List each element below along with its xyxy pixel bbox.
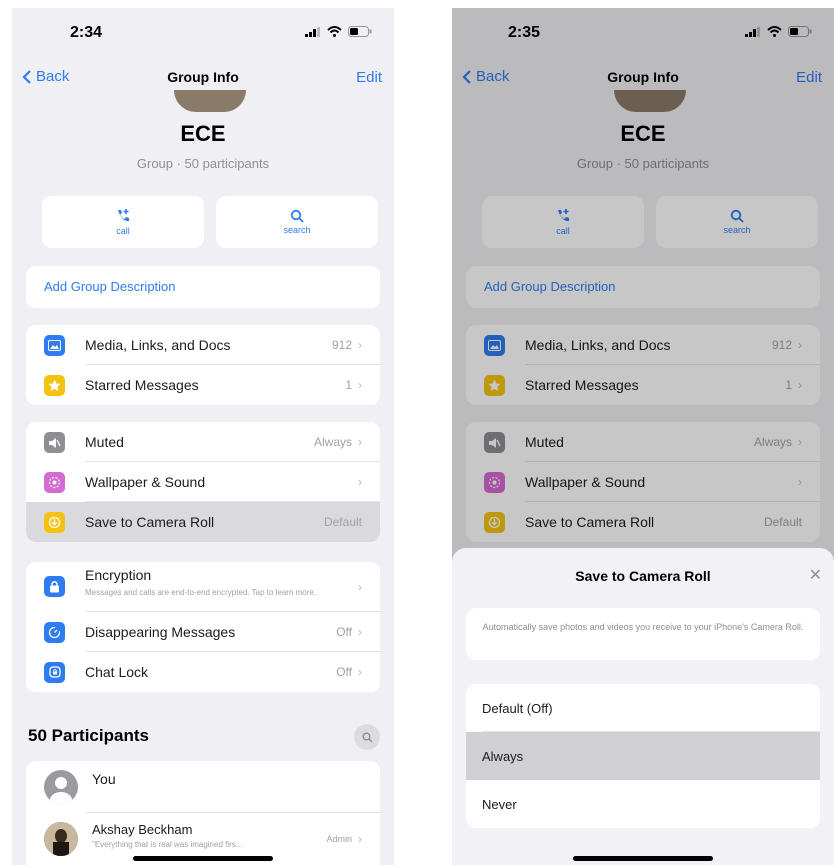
- avatar: [44, 770, 78, 804]
- settings-section: Muted Always › Wallpaper & Sound › Save t…: [26, 422, 380, 542]
- photo-icon: [44, 335, 65, 356]
- option-always[interactable]: Always: [466, 732, 820, 780]
- chevron-right-icon: ›: [358, 435, 362, 449]
- option-never[interactable]: Never: [466, 780, 820, 828]
- battery-icon: [348, 26, 372, 37]
- search-icon: [290, 209, 304, 223]
- camera-roll-options: Default (Off) Always Never: [466, 684, 820, 828]
- chevron-right-icon: ›: [358, 580, 362, 594]
- wallpaper-sound-row[interactable]: Wallpaper & Sound ›: [26, 462, 380, 502]
- camera-roll-sheet: Save to Camera Roll ✕ Automatically save…: [452, 548, 834, 865]
- phone-plus-icon: [118, 209, 129, 222]
- home-indicator: [573, 856, 713, 861]
- chevron-right-icon: ›: [358, 475, 362, 489]
- status-bar: 2:34: [12, 8, 394, 60]
- media-section: Media, Links, and Docs 912 › Starred Mess…: [26, 325, 380, 405]
- participants-search-button[interactable]: [354, 724, 380, 750]
- participants-title: 50 Participants: [28, 726, 149, 745]
- wifi-icon: [327, 26, 342, 37]
- group-name: ECE: [180, 121, 226, 146]
- flower-icon: [44, 472, 65, 493]
- search-button[interactable]: search: [216, 196, 378, 248]
- call-button[interactable]: call: [42, 196, 204, 248]
- camera-roll-sheet-screen: 2:35 Back Group Info Edit ECE Group · 50…: [452, 8, 834, 865]
- disappearing-messages-row[interactable]: Disappearing Messages Off ›: [26, 612, 380, 652]
- chevron-right-icon: ›: [358, 665, 362, 679]
- save-to-camera-roll-row[interactable]: Save to Camera Roll Default: [26, 502, 380, 542]
- timer-icon: [44, 622, 65, 643]
- home-indicator: [133, 856, 273, 861]
- star-icon: [44, 375, 65, 396]
- chat-lock-row[interactable]: Chat Lock Off ›: [26, 652, 380, 692]
- chevron-right-icon: ›: [358, 378, 362, 392]
- group-subtitle: Group · 50 participants: [136, 156, 270, 171]
- media-links-docs-row[interactable]: Media, Links, and Docs 912 ›: [26, 325, 380, 365]
- encryption-row[interactable]: Encryption Messages and calls are end-to…: [26, 562, 380, 612]
- search-icon: [362, 732, 372, 742]
- privacy-section: Encryption Messages and calls are end-to…: [26, 562, 380, 692]
- add-description-card[interactable]: Add Group Description: [26, 266, 380, 308]
- speaker-muted-icon: [44, 432, 65, 453]
- sheet-description: Automatically save photos and videos you…: [466, 608, 820, 660]
- participant-row[interactable]: You: [26, 761, 380, 813]
- close-icon[interactable]: ✕: [809, 565, 822, 585]
- starred-messages-row[interactable]: Starred Messages 1 ›: [26, 365, 380, 405]
- avatar: [44, 822, 78, 856]
- chevron-right-icon: ›: [358, 832, 362, 846]
- page-title: Group Info: [167, 69, 239, 85]
- option-default-off[interactable]: Default (Off): [466, 684, 820, 732]
- group-info-screen: 2:34 Back Group Info Edit ECE Group · 50…: [12, 8, 394, 865]
- status-time: 2:34: [70, 24, 103, 41]
- chevron-right-icon: ›: [358, 625, 362, 639]
- muted-row[interactable]: Muted Always ›: [26, 422, 380, 462]
- participants-list: You Akshay Beckham "Everything that is r…: [26, 761, 380, 865]
- add-description-link[interactable]: Add Group Description: [44, 279, 176, 294]
- sheet-title: Save to Camera Roll: [575, 568, 711, 584]
- group-avatar[interactable]: [174, 90, 246, 112]
- download-icon: [44, 512, 65, 533]
- chat-lock-icon: [44, 662, 65, 683]
- chevron-right-icon: ›: [358, 338, 362, 352]
- edit-button[interactable]: Edit: [356, 69, 382, 86]
- signal-icon: [305, 26, 320, 37]
- lock-icon: [44, 576, 65, 597]
